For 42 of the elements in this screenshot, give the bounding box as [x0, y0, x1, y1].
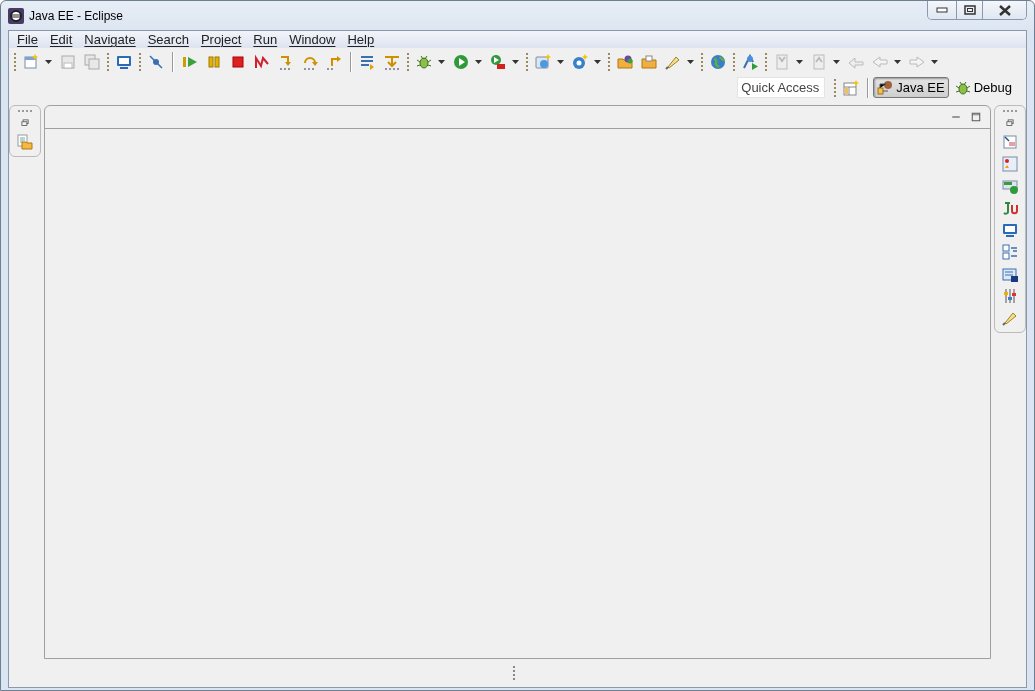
console-icon[interactable]	[1002, 222, 1018, 238]
run-icon[interactable]	[452, 52, 470, 72]
dropdown-caret-icon[interactable]	[795, 57, 804, 67]
menu-item[interactable]: File	[11, 32, 44, 47]
maximize-icon[interactable]	[970, 111, 982, 123]
close-button[interactable]	[982, 1, 1026, 19]
maximize-icon	[963, 5, 976, 15]
quick-access-field[interactable]: Quick Access	[737, 77, 826, 98]
restore-icon[interactable]	[1005, 118, 1015, 128]
folder-icon[interactable]	[640, 52, 658, 72]
bug-icon	[954, 79, 971, 96]
menu-item[interactable]: Run	[247, 32, 284, 47]
menu-item[interactable]: Navigate	[78, 32, 142, 47]
dropdown-caret-icon[interactable]	[44, 57, 53, 67]
menu-item[interactable]: Project	[194, 32, 248, 47]
task-list-icon[interactable]	[1002, 244, 1018, 260]
dropdown-caret-icon[interactable]	[593, 57, 602, 67]
maximize-button[interactable]	[956, 1, 982, 19]
menu-item[interactable]: Help	[341, 32, 381, 47]
dropdown-caret-icon[interactable]	[893, 57, 902, 67]
app-icon	[8, 7, 24, 24]
dropdown-caret-icon[interactable]	[556, 57, 565, 67]
pen-icon[interactable]	[1002, 310, 1018, 326]
external-tools-icon[interactable]	[489, 52, 507, 72]
dropdown-caret-icon[interactable]	[930, 57, 939, 67]
dropdown-caret-icon[interactable]	[686, 57, 695, 67]
perspective-button[interactable]: Java EE	[873, 77, 949, 98]
properties-icon[interactable]	[1002, 288, 1018, 304]
close-icon	[997, 4, 1012, 16]
menu-item[interactable]: Search	[141, 32, 195, 47]
dropdown-caret-icon[interactable]	[832, 57, 841, 67]
globe-icon[interactable]	[709, 52, 727, 72]
perspective-button[interactable]: Debug	[950, 77, 1016, 98]
dropdown-caret-icon[interactable]	[437, 57, 446, 67]
dropdown-caret-icon[interactable]	[511, 57, 520, 67]
dropdown-caret-icon[interactable]	[474, 57, 483, 67]
restore-icon[interactable]	[20, 118, 30, 128]
minimize-icon	[936, 7, 948, 13]
window-title: Java EE - Eclipse	[29, 8, 125, 23]
drag-handle[interactable]	[512, 666, 515, 680]
menu-item[interactable]: Edit	[43, 32, 79, 47]
menu-item[interactable]: Window	[283, 32, 342, 47]
